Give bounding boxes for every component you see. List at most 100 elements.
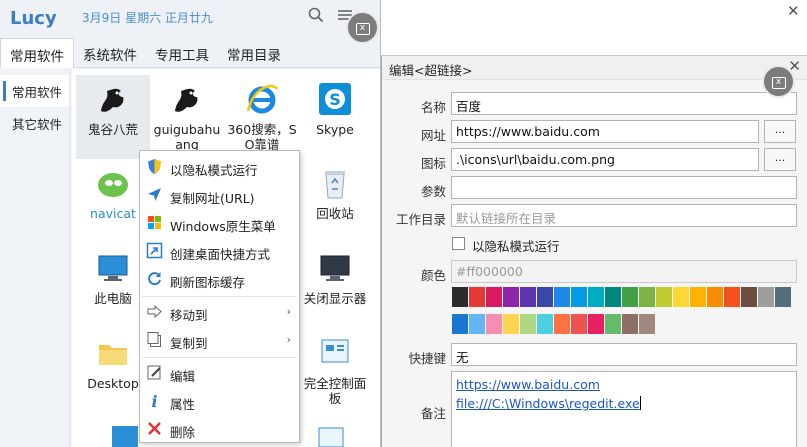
icon-browse-button[interactable]: ...	[764, 148, 796, 171]
menu-item-move-to[interactable]: 移动到 ›	[140, 298, 299, 326]
sidebar-item-other-software[interactable]: 其它软件	[0, 107, 69, 139]
color-swatch[interactable]	[554, 314, 570, 334]
computer-icon	[98, 255, 128, 281]
navicat-icon	[98, 173, 128, 197]
skype-icon: S	[319, 83, 351, 115]
color-swatch[interactable]	[639, 287, 655, 307]
tile-control-panel[interactable]: 完全控制面板	[298, 329, 372, 413]
tile-skype[interactable]: S Skype	[298, 75, 372, 159]
menu-item-windows-native-menu[interactable]: Windows原生菜单	[140, 209, 299, 237]
menu-item-properties[interactable]: i 属性	[140, 387, 299, 415]
private-mode-checkbox[interactable]	[452, 237, 465, 250]
color-field[interactable]: #ff000000	[451, 260, 797, 283]
color-swatch[interactable]	[537, 287, 553, 307]
color-swatch[interactable]	[673, 287, 689, 307]
tile-recycle-bin[interactable]: 回收站	[298, 159, 372, 243]
url-browse-button[interactable]: ...	[764, 120, 796, 143]
color-swatch[interactable]	[571, 314, 587, 334]
copy-icon	[147, 332, 161, 347]
floating-capture-button[interactable]: x	[762, 65, 795, 98]
menu-item-create-shortcut[interactable]: 创建桌面快捷方式	[140, 237, 299, 265]
tile-360-search[interactable]: 360搜索，SO靠谱	[225, 75, 299, 159]
lucy-title-bar: Lucy 3月9日 星期六 正月廿九	[0, 0, 380, 38]
menu-label: 移动到	[170, 308, 208, 323]
sidebar-item-common-software[interactable]: 常用软件	[0, 75, 69, 107]
tile-monitor-off[interactable]: 关闭显示器	[298, 244, 372, 328]
tile-label: 回收站	[316, 206, 354, 221]
search-icon[interactable]	[307, 6, 325, 24]
menu-label: 属性	[170, 397, 196, 412]
tile-guigubahuang[interactable]: guigubahuang	[150, 75, 224, 159]
hotkey-label: 快捷键	[408, 351, 446, 366]
recycle-bin-icon	[325, 171, 345, 199]
menu-separator	[142, 357, 297, 358]
windows-logo-icon	[148, 216, 161, 229]
params-field[interactable]	[451, 176, 797, 199]
menu-label: 编辑	[170, 369, 196, 384]
color-swatch[interactable]	[486, 287, 502, 307]
color-swatch[interactable]	[588, 287, 604, 307]
tab-common-directories[interactable]: 常用目录	[218, 38, 290, 68]
color-swatch[interactable]	[554, 287, 570, 307]
floating-capture-button[interactable]: x	[346, 11, 379, 44]
color-swatch[interactable]	[503, 287, 519, 307]
svg-text:i: i	[151, 392, 157, 409]
menu-item-copy-to[interactable]: 复制到 ›	[140, 326, 299, 354]
color-swatch[interactable]	[605, 287, 621, 307]
dialog-title-bar: 编辑<超链接> ✕	[382, 56, 807, 80]
hotkey-field[interactable]: 无	[451, 343, 797, 366]
color-swatch[interactable]	[520, 314, 536, 334]
note-textarea[interactable]: https://www.baidu.com file:///C:\Windows…	[451, 371, 797, 447]
color-swatch[interactable]	[452, 287, 468, 307]
color-swatch[interactable]	[469, 287, 485, 307]
control-panel-icon	[321, 339, 349, 363]
partial-tile-icon	[112, 426, 138, 447]
color-swatch[interactable]	[622, 287, 638, 307]
color-swatch[interactable]	[520, 287, 536, 307]
color-swatch[interactable]	[588, 314, 604, 334]
color-swatch[interactable]	[469, 314, 485, 334]
color-swatch[interactable]	[639, 314, 655, 334]
color-swatch[interactable]	[571, 287, 587, 307]
refresh-icon	[148, 272, 161, 286]
category-tabs: 常用软件 系统软件 专用工具 常用目录	[0, 38, 380, 68]
menu-item-refresh-icon-cache[interactable]: 刷新图标缓存	[140, 265, 299, 293]
app-name: Lucy	[10, 8, 57, 29]
tile-guigubahuang-cn[interactable]: 鬼谷八荒	[76, 75, 150, 159]
color-swatch[interactable]	[758, 287, 774, 307]
workdir-field[interactable]: 默认链接所在目录	[451, 204, 797, 227]
tab-system-software[interactable]: 系统软件	[74, 38, 146, 68]
name-field[interactable]: 百度	[451, 92, 797, 115]
note-link[interactable]: file:///C:\Windows\regedit.exe	[456, 396, 640, 411]
color-swatch[interactable]	[622, 314, 638, 334]
icon-path-field[interactable]: .\icons\url\baidu.com.png	[451, 148, 759, 171]
menu-item-copy-url[interactable]: 复制网址(URL)	[140, 181, 299, 209]
delete-icon	[148, 422, 161, 435]
color-swatch[interactable]	[537, 314, 553, 334]
info-icon: i	[151, 392, 157, 409]
color-swatch[interactable]	[656, 287, 672, 307]
url-field[interactable]: https://www.baidu.com	[451, 120, 759, 143]
tile-label: 360搜索，SO靠谱	[227, 122, 297, 152]
note-link[interactable]: https://www.baidu.com	[456, 375, 792, 394]
color-swatch[interactable]	[690, 287, 706, 307]
folder-icon	[99, 345, 127, 365]
menu-item-private-run[interactable]: 以隐私模式运行	[140, 153, 299, 181]
private-mode-label: 以隐私模式运行	[472, 239, 560, 254]
url-label: 网址	[420, 128, 446, 143]
color-swatch[interactable]	[775, 287, 791, 307]
tab-special-tools[interactable]: 专用工具	[146, 38, 218, 68]
edit-icon	[147, 365, 161, 380]
color-swatch[interactable]	[724, 287, 740, 307]
tab-common-software[interactable]: 常用软件	[0, 38, 74, 68]
icon-label: 图标	[420, 156, 446, 171]
color-swatch[interactable]	[452, 314, 468, 334]
color-swatch[interactable]	[707, 287, 723, 307]
color-swatch[interactable]	[486, 314, 502, 334]
menu-item-delete[interactable]: 删除	[140, 415, 299, 443]
color-swatch[interactable]	[503, 314, 519, 334]
color-swatch[interactable]	[605, 314, 621, 334]
color-swatch[interactable]	[741, 287, 757, 307]
window-close-icon[interactable]: ✕	[787, 2, 800, 20]
menu-item-edit[interactable]: 编辑	[140, 359, 299, 387]
